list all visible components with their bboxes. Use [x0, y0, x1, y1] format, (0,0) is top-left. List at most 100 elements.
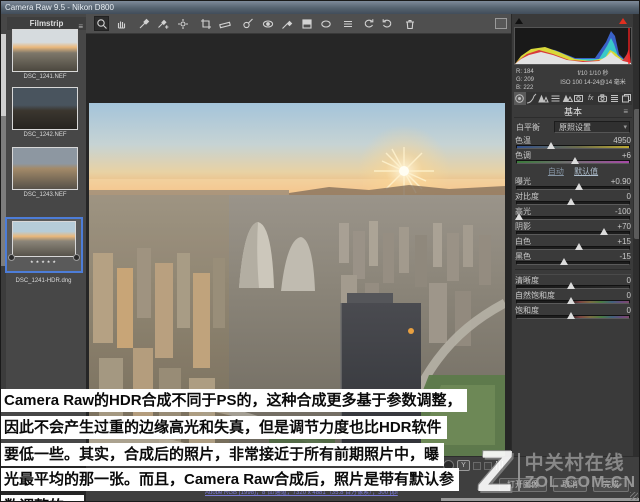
default-link[interactable]: 默认值	[574, 167, 598, 176]
slider-thumb[interactable]	[571, 157, 580, 164]
slider-thumb[interactable]	[566, 297, 575, 304]
slider-thumb[interactable]	[566, 312, 575, 319]
slider-track[interactable]	[516, 297, 630, 304]
straighten-tool-icon[interactable]	[217, 16, 232, 31]
slider-value: 0	[626, 306, 631, 315]
panel-menu-icon[interactable]: ≡	[623, 106, 628, 118]
zol-watermark: Z 中关村在线 ZOL.COM.CN	[475, 439, 636, 502]
slider-exposure[interactable]: 曝光 +0.90	[515, 177, 631, 192]
slider-thumb[interactable]	[560, 258, 569, 265]
watermark-name: 中关村在线	[524, 453, 625, 474]
rotate-right-tool-icon[interactable]	[379, 16, 394, 31]
slider-contrast[interactable]: 对比度 0	[515, 192, 631, 207]
slider-label: 饱和度	[515, 306, 539, 315]
thumbnail-image[interactable]	[12, 29, 78, 72]
slider-thumb[interactable]	[546, 142, 555, 149]
hand-tool-icon[interactable]	[113, 16, 128, 31]
title-bar[interactable]: Camera Raw 9.5 - Nikon D800	[1, 1, 639, 14]
spot-removal-tool-icon[interactable]	[240, 16, 255, 31]
tab-detail[interactable]	[538, 92, 550, 105]
targeted-adjustment-tool-icon[interactable]	[175, 16, 190, 31]
tab-tone-curve[interactable]	[526, 92, 538, 105]
slider-track[interactable]	[516, 312, 630, 319]
white-balance-tool-icon[interactable]	[136, 16, 151, 31]
thumbnail-image[interactable]	[12, 147, 78, 190]
slider-track[interactable]	[516, 282, 630, 289]
exif-info: f/10 1/10 秒 ISO 100 14-24@14 毫米	[560, 71, 626, 86]
slider-track[interactable]	[516, 243, 630, 250]
slider-value: 4950	[613, 136, 631, 145]
graduated-filter-tool-icon[interactable]	[299, 16, 314, 31]
slider-thumb[interactable]	[566, 282, 575, 289]
slider-thumb[interactable]	[574, 243, 583, 250]
preferences-tool-icon[interactable]	[340, 16, 355, 31]
slider-value: -15	[619, 252, 631, 261]
shadow-clipping-toggle-icon[interactable]	[515, 18, 523, 24]
thumbnail-item-selected[interactable]: ★★★★★	[5, 217, 83, 273]
slider-track[interactable]	[516, 157, 630, 164]
slider-value: 0	[626, 192, 631, 201]
tab-basic[interactable]	[514, 92, 526, 105]
slider-thumb[interactable]	[574, 183, 583, 190]
crop-tool-icon[interactable]	[198, 16, 213, 31]
zol-logo: Z	[475, 439, 516, 502]
watermark-site: ZOL.COM.CN	[524, 474, 636, 491]
slider-track[interactable]	[516, 198, 630, 205]
slider-label: 色调	[515, 151, 531, 160]
tab-hsl-grayscale[interactable]	[549, 92, 561, 105]
slider-track[interactable]	[516, 228, 630, 235]
thumbnail-item[interactable]: DSC_1243.NEF	[10, 147, 80, 198]
filmstrip-scrollbar-thumb[interactable]	[1, 34, 6, 116]
thumbnail-item[interactable]: DSC_1242.NEF	[10, 87, 80, 138]
tab-presets[interactable]	[608, 92, 620, 105]
slider-track[interactable]	[516, 258, 630, 265]
slider-thumb[interactable]	[600, 228, 609, 235]
slider-track[interactable]	[516, 142, 630, 149]
tab-camera-calibration[interactable]	[597, 92, 609, 105]
delete-tool-icon[interactable]	[402, 16, 417, 31]
slider-label: 黑色	[515, 252, 531, 261]
panel-scrollbar[interactable]	[633, 14, 639, 456]
auto-link[interactable]: 自动	[548, 167, 564, 176]
slider-clarity[interactable]: 清晰度 0	[515, 276, 631, 291]
slider-track[interactable]	[515, 213, 630, 220]
slider-saturation[interactable]: 饱和度 0	[515, 306, 631, 321]
color-sampler-tool-icon[interactable]	[155, 16, 170, 31]
tab-effects[interactable]: fx	[585, 92, 597, 105]
adjustment-brush-tool-icon[interactable]	[279, 16, 294, 31]
white-balance-dropdown[interactable]: 原照设置 ▾	[554, 121, 630, 133]
full-screen-toggle-icon[interactable]	[495, 18, 507, 29]
slider-thumb[interactable]	[566, 198, 575, 205]
slider-highlights[interactable]: 高光 -100	[515, 207, 631, 222]
thumbnail-filename: DSC_1243.NEF	[23, 192, 67, 198]
slider-blacks[interactable]: 黑色 -15	[515, 252, 631, 267]
caption-line: 光最平均的那一张。而且，Camera Raw合成后，照片是带有默认参	[1, 468, 460, 491]
chevron-down-icon: ▾	[623, 124, 627, 131]
slider-label: 自然饱和度	[515, 291, 555, 300]
rating-stars[interactable]: ★★★★★	[7, 259, 81, 264]
thumbnail-image[interactable]	[12, 87, 78, 130]
slider-thumb[interactable]	[515, 213, 524, 220]
thumbnail-filename: DSC_1241.NEF	[23, 74, 67, 80]
window-bottom-edge	[441, 498, 639, 501]
thumbnail-image[interactable]	[12, 221, 76, 257]
radial-filter-tool-icon[interactable]	[318, 16, 333, 31]
rotate-left-tool-icon[interactable]	[361, 16, 376, 31]
slider-label: 白色	[515, 237, 531, 246]
tab-split-toning[interactable]	[561, 92, 573, 105]
zoom-tool-icon[interactable]	[94, 16, 109, 31]
red-eye-tool-icon[interactable]	[260, 16, 275, 31]
slider-temperature[interactable]: 色温 4950	[515, 136, 631, 151]
highlight-clipping-toggle-icon[interactable]	[619, 18, 627, 24]
slider-whites[interactable]: 白色 +15	[515, 237, 631, 252]
white-balance-row: 白平衡 原照设置 ▾	[516, 121, 630, 134]
slider-tint[interactable]: 色调 +6	[515, 151, 631, 166]
slider-track[interactable]	[516, 183, 630, 190]
thumbnail-item[interactable]: DSC_1241.NEF	[10, 29, 80, 80]
tab-snapshots[interactable]	[620, 92, 632, 105]
tab-lens-corrections[interactable]	[573, 92, 585, 105]
slider-shadows[interactable]: 阴影 +70	[515, 222, 631, 237]
thumbnail-filename: DSC_1241-HDR.dng	[15, 278, 72, 284]
panel-scrollbar-thumb[interactable]	[634, 109, 639, 239]
slider-vibrance[interactable]: 自然饱和度 0	[515, 291, 631, 306]
